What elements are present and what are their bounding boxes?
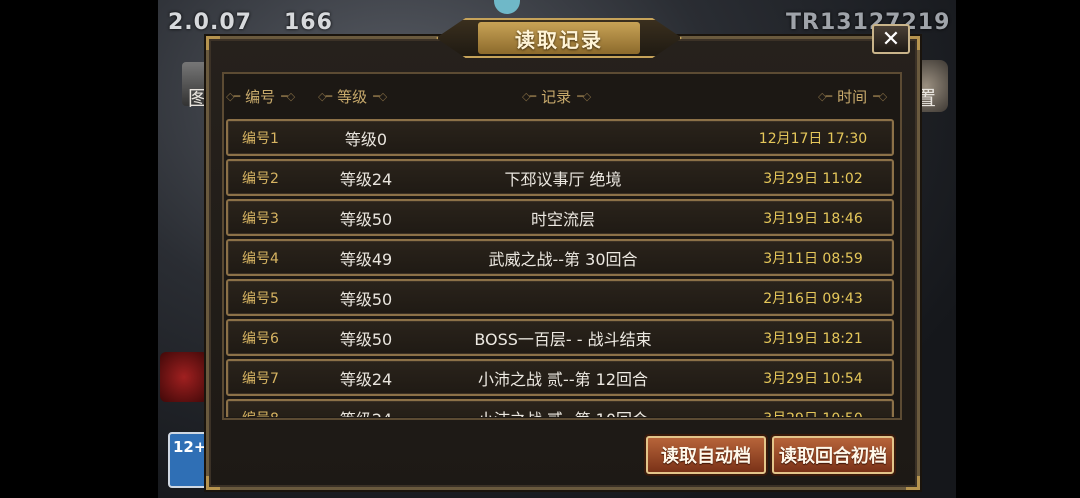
record-text: 时空流层 bbox=[530, 209, 595, 229]
header-ornament-icon: ━◇ bbox=[281, 90, 295, 103]
record-time: 3月29日 10:50 bbox=[738, 401, 888, 418]
frame-corner bbox=[206, 476, 220, 490]
header-record-label: 记录 bbox=[541, 88, 572, 106]
record-time: 3月29日 11:02 bbox=[763, 170, 863, 187]
header-time-label: 时间 bbox=[837, 88, 868, 106]
record-text: 小沛之战 贰--第 10回合 bbox=[428, 401, 698, 418]
record-level: 等级24 bbox=[339, 169, 393, 189]
age-rating-badge: 12+ bbox=[168, 432, 208, 488]
record-time: 3月19日 18:46 bbox=[763, 210, 863, 227]
record-text: 小沛之战 贰--第 12回合 bbox=[477, 369, 649, 389]
dialog-title-box: 读取记录 bbox=[478, 22, 640, 54]
load-auto-save-button[interactable]: 读取自动档 bbox=[646, 436, 766, 474]
age-rating-text: 12+ bbox=[173, 438, 207, 456]
header-ornament-icon: ◇━ bbox=[522, 90, 536, 103]
record-text: BOSS一百层- - 战斗结束 bbox=[474, 329, 652, 349]
record-time: 2月16日 09:43 bbox=[763, 290, 863, 307]
left-side-label: 图 bbox=[188, 86, 208, 110]
record-no: 编号1 bbox=[242, 130, 279, 147]
record-level: 等级24 bbox=[339, 369, 393, 389]
dialog-title: 读取记录 bbox=[515, 27, 603, 52]
record-no: 编号6 bbox=[242, 330, 279, 347]
header-ornament-icon: ◇━ bbox=[818, 90, 832, 103]
record-time: 3月29日 10:54 bbox=[763, 370, 863, 387]
header-ornament-icon: ━◇ bbox=[577, 90, 591, 103]
version-label: 2.0.07 bbox=[168, 10, 252, 35]
count-label: 166 bbox=[284, 10, 333, 35]
record-no: 编号2 bbox=[242, 170, 279, 187]
record-no: 编号3 bbox=[242, 210, 279, 227]
record-time: 3月19日 18:21 bbox=[763, 330, 863, 347]
header-level: ◇━ 等级 ━◇ bbox=[318, 86, 387, 107]
close-button[interactable]: ✕ bbox=[872, 24, 910, 54]
record-no: 编号4 bbox=[242, 250, 279, 267]
record-time: 12月17日 17:30 bbox=[758, 130, 868, 147]
header-ornament-icon: ━◇ bbox=[373, 90, 387, 103]
header-no: ◇━ 编号 ━◇ bbox=[226, 86, 295, 107]
record-row-7[interactable]: 编号7 等级24 小沛之战 贰--第 12回合 3月29日 10:54 bbox=[226, 359, 894, 396]
record-text: 武威之战--第 30回合 bbox=[488, 249, 638, 269]
record-level: 等级50 bbox=[339, 329, 393, 349]
record-text bbox=[428, 121, 698, 154]
records-list[interactable]: 编号1 等级0 12月17日 17:30 编号2 等级24 下邳议事厅 绝境 3… bbox=[226, 119, 894, 417]
record-row-3[interactable]: 编号3 等级50 时空流层 3月19日 18:46 bbox=[226, 199, 894, 236]
frame-corner bbox=[206, 36, 220, 50]
record-no: 编号5 bbox=[242, 290, 279, 307]
frame-corner bbox=[906, 476, 920, 490]
character-emblem bbox=[160, 352, 208, 402]
record-row-8[interactable]: 编号8 等级24 小沛之战 贰--第 10回合 3月29日 10:50 bbox=[226, 399, 894, 417]
header-record: ◇━ 记录 ━◇ bbox=[522, 86, 591, 107]
record-level: 等级0 bbox=[344, 129, 388, 149]
record-row-4[interactable]: 编号4 等级49 武威之战--第 30回合 3月11日 08:59 bbox=[226, 239, 894, 276]
player-id-label: TR13127219 bbox=[786, 10, 951, 35]
header-ornament-icon: ◇━ bbox=[318, 90, 332, 103]
load-round-start-save-button[interactable]: 读取回合初档 bbox=[772, 436, 894, 474]
table-header: ◇━ 编号 ━◇ ◇━ 等级 ━◇ ◇━ 记录 ━◇ ◇━ 时间 ━◇ bbox=[222, 86, 902, 110]
record-no: 编号8 bbox=[242, 401, 279, 418]
record-level: 等级50 bbox=[339, 209, 393, 229]
record-level: 等级50 bbox=[339, 289, 393, 309]
header-ornament-icon: ━◇ bbox=[873, 90, 887, 103]
record-row-5[interactable]: 编号5 等级50 2月16日 09:43 bbox=[226, 279, 894, 316]
record-no: 编号7 bbox=[242, 370, 279, 387]
record-level: 等级49 bbox=[339, 249, 393, 269]
record-level: 等级24 bbox=[324, 401, 408, 418]
header-no-label: 编号 bbox=[245, 88, 276, 106]
header-time: ◇━ 时间 ━◇ bbox=[818, 86, 887, 107]
record-time: 3月11日 08:59 bbox=[763, 250, 863, 267]
record-row-6[interactable]: 编号6 等级50 BOSS一百层- - 战斗结束 3月19日 18:21 bbox=[226, 319, 894, 356]
record-row-1[interactable]: 编号1 等级0 12月17日 17:30 bbox=[226, 119, 894, 156]
header-level-label: 等级 bbox=[337, 88, 368, 106]
record-row-2[interactable]: 编号2 等级24 下邳议事厅 绝境 3月29日 11:02 bbox=[226, 159, 894, 196]
header-ornament-icon: ◇━ bbox=[226, 90, 240, 103]
record-text: 下邳议事厅 绝境 bbox=[504, 169, 622, 189]
record-text bbox=[428, 281, 698, 314]
